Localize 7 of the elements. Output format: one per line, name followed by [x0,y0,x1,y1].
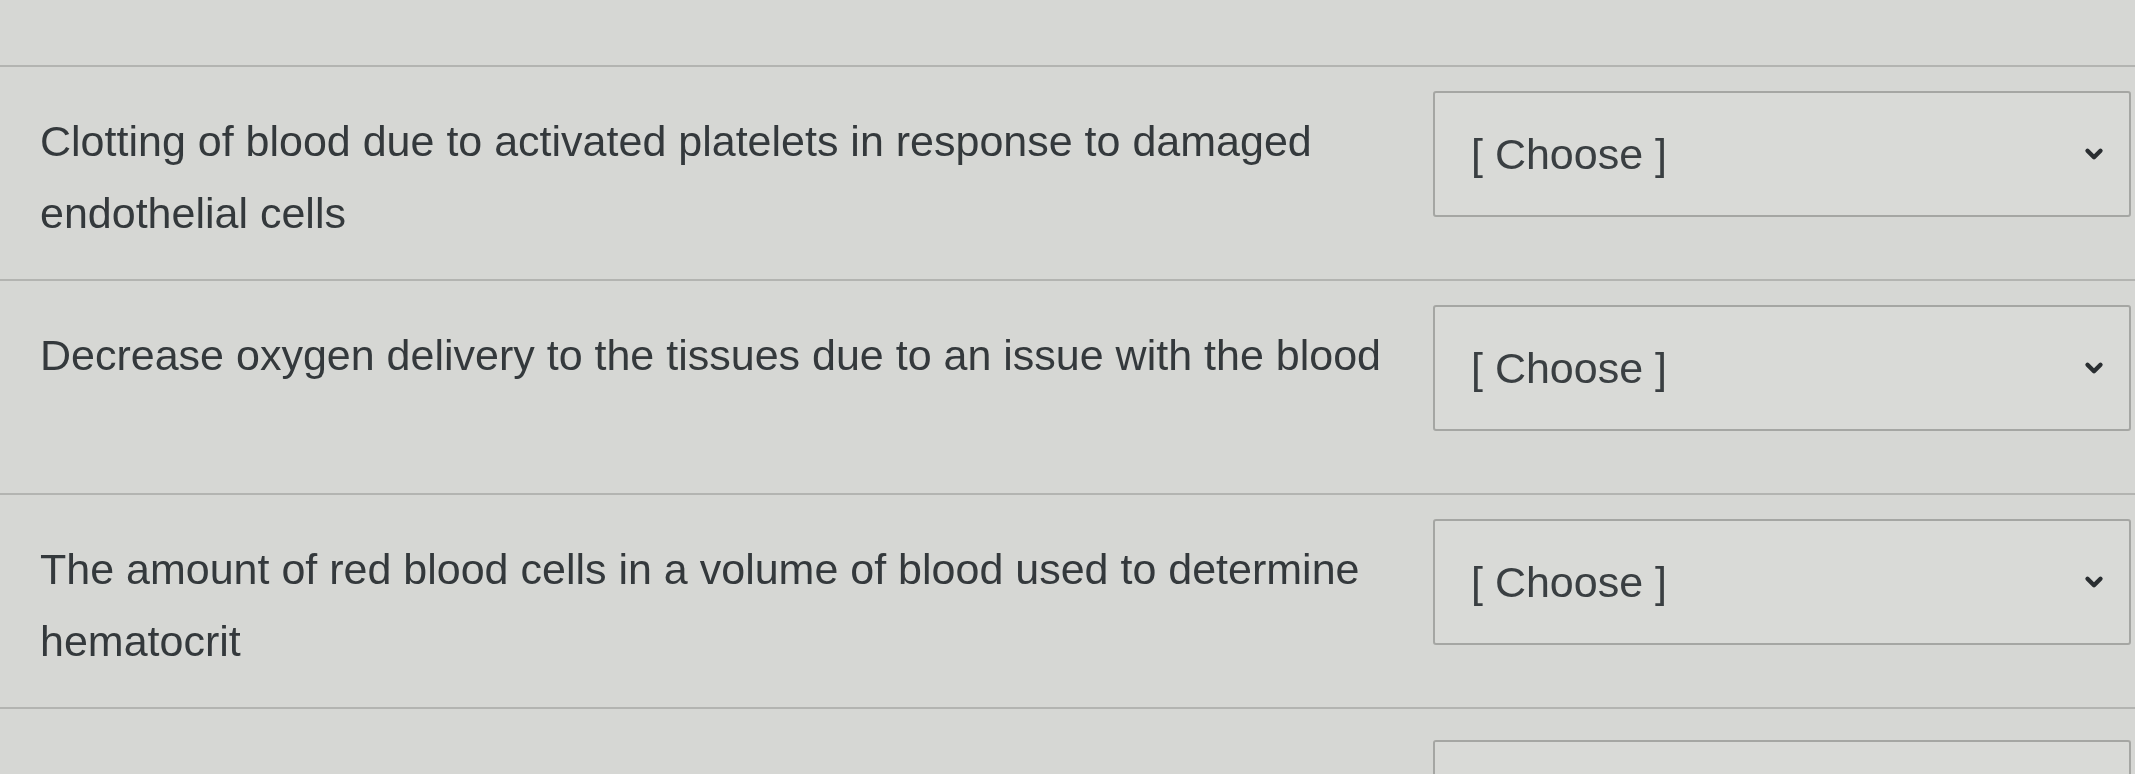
question-prompt: Decrease oxygen delivery to the tissues due to an issue with the blood [40,330,1382,381]
question-prompt: Clotting of blood due to activated platelets in response to damaged endothelial cells [40,116,1313,239]
answer-dropdown[interactable]: [ Choose ] [1433,305,2131,431]
question-prompt: The amount of red blood cells in a volume of blood used to determine hematocrit [40,544,1361,667]
answer-dropdown[interactable] [1433,740,2131,774]
answer-dropdown[interactable]: [ Choose ] [1433,91,2131,217]
answer-dropdown[interactable]: [ Choose ] [1433,519,2131,645]
